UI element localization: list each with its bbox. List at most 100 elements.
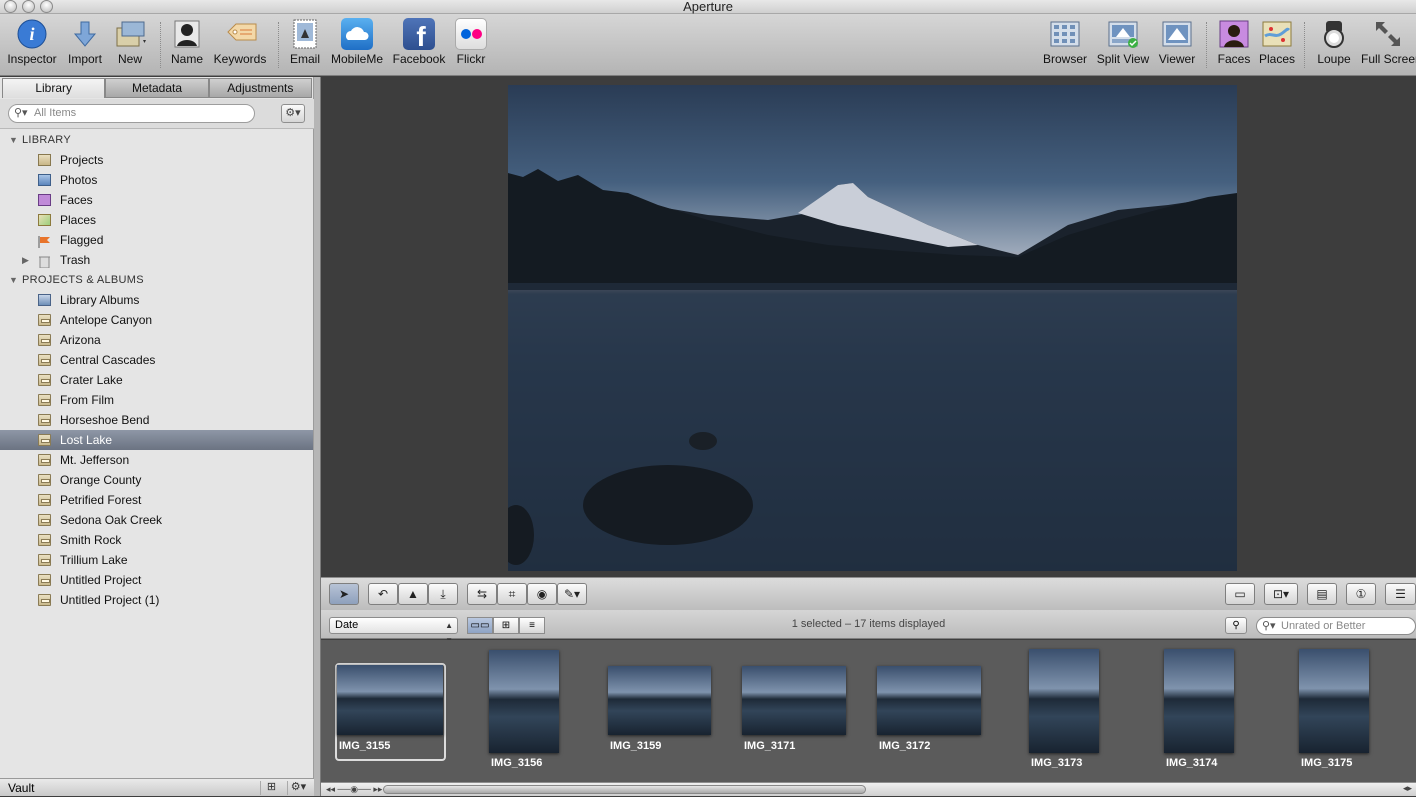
crop-icon: ⌗ <box>508 587 516 601</box>
metadata-overlay-button[interactable]: ⊡▾ <box>1264 583 1298 605</box>
new-button[interactable]: New <box>110 18 150 66</box>
email-stamp-icon <box>289 18 321 50</box>
sidebar-item-project[interactable]: Crater Lake <box>0 370 313 390</box>
thumbnail-image <box>1299 649 1369 753</box>
full-screen-button[interactable]: Full Screen <box>1360 18 1416 66</box>
stamp-tool-button[interactable]: ⤓ <box>428 583 458 605</box>
toolbar-separator <box>160 22 161 68</box>
sidebar-item-places[interactable]: Places <box>0 210 313 230</box>
thumbnail-image <box>1164 649 1234 753</box>
sidebar-item-faces[interactable]: Faces <box>0 190 313 210</box>
faces-button[interactable]: Faces <box>1214 18 1254 66</box>
project-folder-icon <box>38 494 51 506</box>
library-section-header[interactable]: ▼ LIBRARY <box>0 130 313 150</box>
faces-icon <box>1218 18 1250 50</box>
primary-only-button[interactable]: ① <box>1346 583 1376 605</box>
name-button[interactable]: Name <box>168 18 206 66</box>
disclosure-open-icon[interactable]: ▼ <box>9 130 18 150</box>
viewer-button[interactable]: Viewer <box>1156 18 1198 66</box>
browser-button[interactable]: Browser <box>1040 18 1090 66</box>
one-up-icon: ① <box>1355 587 1367 601</box>
flag-view-button[interactable]: ▤ <box>1307 583 1337 605</box>
mobileme-button[interactable]: MobileMe <box>328 18 386 66</box>
filter-hud-button[interactable]: ⚲ <box>1225 617 1247 634</box>
library-search-input[interactable]: ⚲▾ All Items <box>8 104 255 123</box>
inspector-button[interactable]: i Inspector <box>6 18 58 66</box>
search-icon: ⚲▾ <box>1262 620 1276 632</box>
keywords-button[interactable]: Keywords <box>212 18 268 66</box>
sidebar-item-project[interactable]: Mt. Jefferson <box>0 450 313 470</box>
sidebar-splitter[interactable] <box>314 77 321 796</box>
sidebar-item-projects[interactable]: Projects <box>0 150 313 170</box>
sidebar-item-project[interactable]: Untitled Project (1) <box>0 590 313 610</box>
split-view-button[interactable]: Split View <box>1094 18 1152 66</box>
projects-section-header[interactable]: ▼ PROJECTS & ALBUMS <box>0 270 313 290</box>
sidebar-item-project[interactable]: Arizona <box>0 330 313 350</box>
main-toolbar: i Inspector Import New Name Keywords Ema… <box>0 14 1416 76</box>
main-photo[interactable] <box>508 85 1237 571</box>
sidebar-item-library-albums[interactable]: Library Albums <box>0 290 313 310</box>
sidebar-item-project[interactable]: Orange County <box>0 470 313 490</box>
disclosure-open-icon[interactable]: ▼ <box>9 270 18 290</box>
select-tool-button[interactable]: ➤ <box>329 583 359 605</box>
import-button[interactable]: Import <box>64 18 106 66</box>
landscape-image <box>508 169 1237 571</box>
vault-bar: Vault ⊞ ⚙▾ <box>0 778 314 796</box>
sidebar-item-project[interactable]: Petrified Forest <box>0 490 313 510</box>
vault-gear-button[interactable]: ⚙▾ <box>287 781 309 795</box>
gear-icon: ⚙▾ <box>290 781 307 793</box>
sidebar-item-trash[interactable]: ▶ Trash <box>0 250 313 270</box>
albums-icon <box>38 294 51 306</box>
disclosure-closed-icon[interactable]: ▶ <box>22 250 29 270</box>
project-folder-icon <box>38 534 51 546</box>
action-gear-button[interactable]: ⚙▾ <box>281 104 305 123</box>
sidebar-item-project[interactable]: From Film <box>0 390 313 410</box>
vault-add-button[interactable]: ⊞ <box>260 781 282 795</box>
tab-library[interactable]: Library <box>2 78 106 98</box>
tab-metadata[interactable]: Metadata <box>105 78 209 98</box>
overlay-button[interactable]: ▭ <box>1225 583 1255 605</box>
hud-icon: ☰ <box>1395 587 1406 601</box>
sidebar-item-project[interactable]: Smith Rock <box>0 530 313 550</box>
projects-icon <box>38 154 51 166</box>
sidebar-item-project[interactable]: Central Cascades <box>0 350 313 370</box>
sidebar-item-project-selected[interactable]: Lost Lake <box>0 430 313 450</box>
places-icon <box>38 214 51 226</box>
scroll-arrows-icon[interactable]: ◂▸ <box>1403 783 1412 794</box>
sidebar-item-project[interactable]: Horseshoe Bend <box>0 410 313 430</box>
thumbnail-size-slider[interactable]: ◂◂ ──◉── ▸▸ <box>326 784 382 795</box>
stack-icon: ▤ <box>1316 587 1328 601</box>
sidebar-item-flagged[interactable]: Flagged <box>0 230 313 250</box>
filmstrip: IMG_3155 IMG_3156 IMG_3159 IMG_3171 IMG_… <box>321 640 1416 782</box>
crop-tool-button[interactable]: ⌗ <box>497 583 527 605</box>
rating-filter-input[interactable]: ⚲▾ Unrated or Better <box>1256 617 1416 635</box>
loupe-button[interactable]: Loupe <box>1312 18 1356 66</box>
flickr-button[interactable]: Flickr <box>452 18 490 66</box>
sidebar-item-project[interactable]: Antelope Canyon <box>0 310 313 330</box>
svg-text:f: f <box>416 21 426 50</box>
tab-adjustments[interactable]: Adjustments <box>208 78 312 98</box>
sidebar-item-project[interactable]: Trillium Lake <box>0 550 313 570</box>
flickr-icon <box>455 18 487 50</box>
sidebar-item-project[interactable]: Sedona Oak Creek <box>0 510 313 530</box>
gear-icon: ⚙▾ <box>285 107 301 119</box>
rotate-left-button[interactable]: ↶ <box>368 583 398 605</box>
straighten-tool-button[interactable]: ⇆ <box>467 583 497 605</box>
browser-grid-icon <box>1049 18 1081 50</box>
brush-tool-button[interactable]: ✎▾ <box>557 583 587 605</box>
sidebar-item-photos[interactable]: Photos <box>0 170 313 190</box>
facebook-button[interactable]: f Facebook <box>392 18 446 66</box>
sidebar-item-project[interactable]: Untitled Project <box>0 570 313 590</box>
inspector-hud-button[interactable]: ☰ <box>1385 583 1416 605</box>
search-icon: ⚲▾ <box>14 107 28 119</box>
straighten-icon: ⇆ <box>476 587 488 601</box>
red-eye-tool-button[interactable]: ◉ <box>527 583 557 605</box>
scrollbar-thumb[interactable] <box>383 785 866 794</box>
email-button[interactable]: Email <box>288 18 322 66</box>
lift-tool-button[interactable]: ▲ <box>398 583 428 605</box>
project-folder-icon <box>38 474 51 486</box>
pointer-arrow-icon: ➤ <box>338 587 350 601</box>
filmstrip-scrollbar[interactable]: ◂◂ ──◉── ▸▸ ◂▸ <box>321 782 1416 796</box>
places-button[interactable]: Places <box>1258 18 1296 66</box>
thumbnail-image <box>489 650 559 753</box>
